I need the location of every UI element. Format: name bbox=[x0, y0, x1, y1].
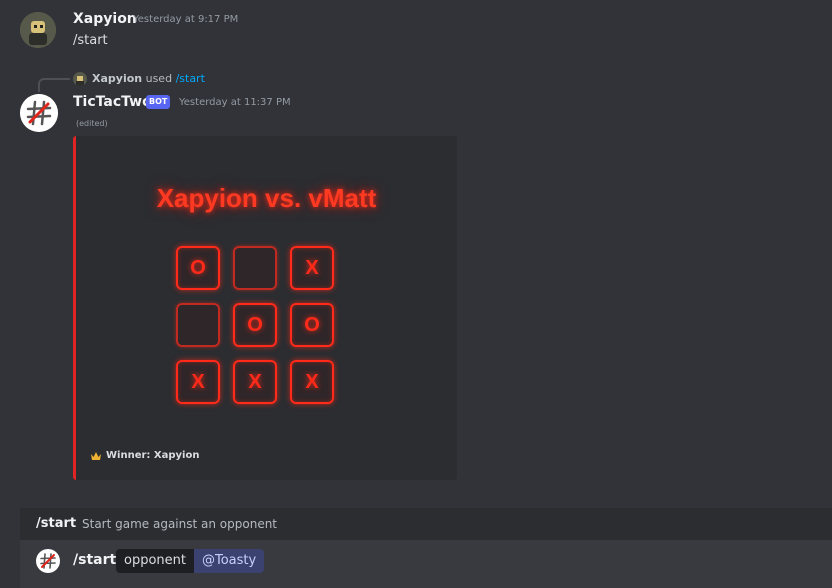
bot-avatar[interactable] bbox=[20, 94, 58, 132]
reply-avatar[interactable] bbox=[73, 72, 87, 86]
reply-command-link[interactable]: /start bbox=[176, 72, 205, 85]
reply-used-label: used bbox=[145, 72, 173, 85]
board-cell: X bbox=[176, 360, 220, 404]
command-option[interactable]: opponent @Toasty bbox=[116, 549, 265, 573]
option-value[interactable]: @Toasty bbox=[194, 549, 265, 573]
reply-username[interactable]: Xapyion bbox=[92, 72, 142, 85]
message-content: /start bbox=[73, 33, 108, 48]
suggestion-command: /start bbox=[36, 516, 77, 531]
winner-text: Winner: Xapyion bbox=[106, 450, 200, 461]
reply-summary: Xapyion used /start bbox=[92, 72, 205, 85]
command-suggestion[interactable]: /start Start game against an opponent bbox=[20, 508, 832, 540]
message-input[interactable]: /start opponent @Toasty bbox=[20, 540, 832, 588]
board-cell bbox=[176, 303, 220, 347]
tictactoe-logo-icon bbox=[20, 94, 58, 132]
bot-timestamp: Yesterday at 11:37 PM bbox=[179, 97, 291, 108]
game-board: O X O O X X X bbox=[176, 246, 334, 404]
board-cell: X bbox=[290, 360, 334, 404]
board-cell bbox=[233, 246, 277, 290]
game-embed: Xapyion vs. vMatt O X O O X X X Winner: … bbox=[73, 136, 457, 480]
reply-connector bbox=[38, 78, 70, 92]
game-title: Xapyion vs. vMatt bbox=[156, 183, 377, 213]
suggestion-description: Start game against an opponent bbox=[82, 517, 278, 531]
board-cell: O bbox=[233, 303, 277, 347]
board-cell: X bbox=[290, 246, 334, 290]
board-cell: O bbox=[290, 303, 334, 347]
message-timestamp: Yesterday at 9:17 PM bbox=[133, 14, 239, 25]
edited-label: (edited) bbox=[76, 119, 108, 128]
bot-name[interactable]: TicTacTwo bbox=[73, 94, 152, 110]
board-cell: X bbox=[233, 360, 277, 404]
option-name[interactable]: opponent bbox=[116, 549, 194, 573]
message-author[interactable]: Xapyion bbox=[73, 11, 137, 27]
board-cell: O bbox=[176, 246, 220, 290]
bot-badge: BOT bbox=[146, 95, 171, 109]
input-command: /start bbox=[73, 552, 117, 568]
command-app-icon bbox=[36, 549, 60, 573]
crown-icon bbox=[91, 451, 101, 460]
user-avatar[interactable] bbox=[20, 12, 56, 48]
embed-footer: Winner: Xapyion bbox=[90, 450, 199, 461]
